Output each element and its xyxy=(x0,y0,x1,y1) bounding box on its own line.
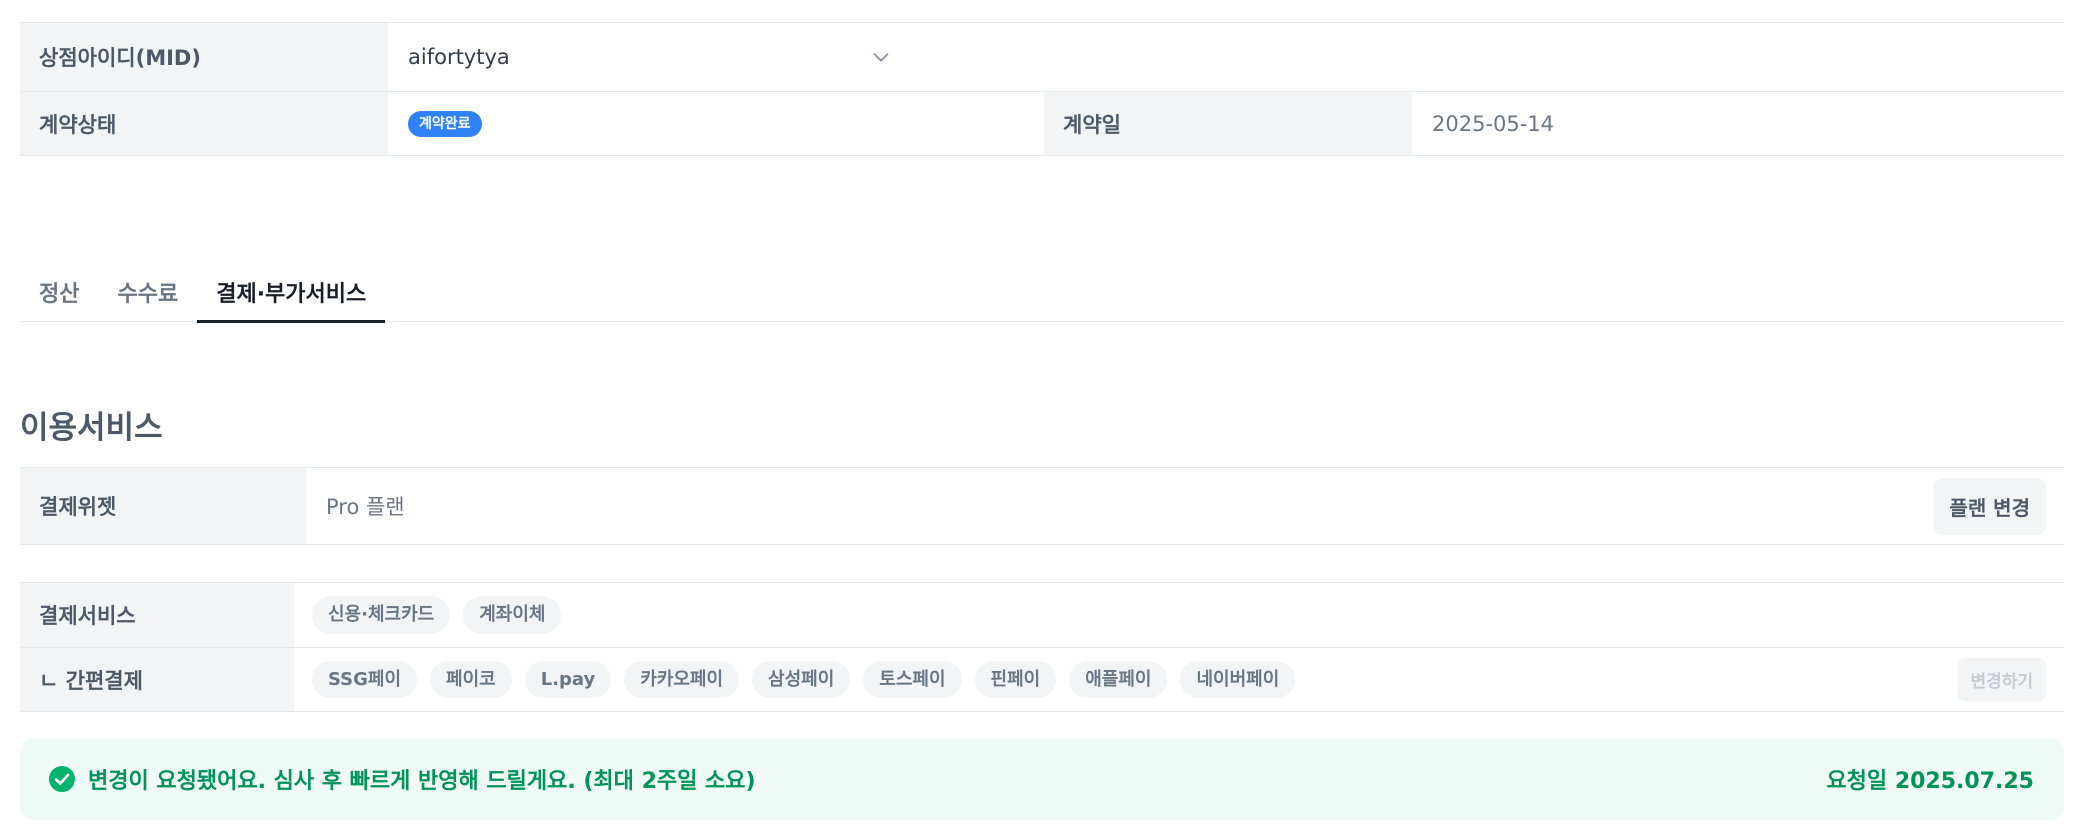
tab-bar: 정산 수수료 결제·부가서비스 xyxy=(20,262,2064,323)
mid-select[interactable]: aifortytya xyxy=(408,45,898,69)
change-request-notice: 변경이 요청됐어요. 심사 후 빠르게 반영해 드릴게요. (최대 2주일 소요… xyxy=(20,738,2064,820)
status-badge: 계약완료 xyxy=(408,110,482,137)
contract-date-value: 2025-05-14 xyxy=(1432,111,1555,136)
tab-payment-services[interactable]: 결제·부가서비스 xyxy=(197,262,386,323)
easy-pay-chip-toss: 토스페이 xyxy=(863,660,962,699)
easy-pay-chip-payco: 페이코 xyxy=(430,660,512,699)
payment-services-table: 결제서비스 신용·체크카드 계좌이체 ㄴ 간편결제 SSG페이 페이코 L.pa… xyxy=(20,582,2064,712)
widget-row: 결제위젯 Pro 플랜 플랜 변경 xyxy=(20,467,2064,545)
easy-pay-chip-apple: 애플페이 xyxy=(1069,660,1168,699)
widget-value-cell: Pro 플랜 플랜 변경 xyxy=(307,468,2064,544)
mid-select-value: aifortytya xyxy=(408,45,510,69)
status-row: 계약상태 계약완료 계약일 2025-05-14 xyxy=(20,92,2064,156)
contract-date-label: 계약일 xyxy=(1044,92,1412,155)
easy-pay-chip-ssg: SSG페이 xyxy=(312,660,418,699)
easy-pay-row: ㄴ 간편결제 SSG페이 페이코 L.pay 카카오페이 삼성페이 토스페이 핀… xyxy=(20,648,2064,712)
payment-service-row: 결제서비스 신용·체크카드 계좌이체 xyxy=(20,583,2064,648)
change-plan-button[interactable]: 플랜 변경 xyxy=(1933,477,2046,535)
chevron-down-icon xyxy=(873,53,889,62)
easy-pay-chip-lpay: L.pay xyxy=(524,660,612,699)
change-payment-button[interactable]: 변경하기 xyxy=(1957,658,2046,701)
mid-label: 상점아이디(MID) xyxy=(20,23,388,91)
notice-message: 변경이 요청됐어요. 심사 후 빠르게 반영해 드릴게요. (최대 2주일 소요… xyxy=(88,769,756,794)
section-title: 이용서비스 xyxy=(20,410,163,446)
easy-pay-label: ㄴ 간편결제 xyxy=(20,648,294,711)
widget-label: 결제위젯 xyxy=(20,468,307,544)
check-circle-icon xyxy=(49,766,75,792)
payment-service-chips: 신용·체크카드 계좌이체 xyxy=(294,583,2064,647)
contract-info-table: 상점아이디(MID) aifortytya 계약상태 계약완료 계약일 2025… xyxy=(20,22,2064,156)
easy-pay-chip-naver: 네이버페이 xyxy=(1180,660,1296,699)
service-chip-transfer: 계좌이체 xyxy=(463,596,562,634)
notice-message-group: 변경이 요청됐어요. 심사 후 빠르게 반영해 드릴게요. (최대 2주일 소요… xyxy=(48,763,756,795)
mid-value-cell: aifortytya xyxy=(388,23,898,91)
tab-fees[interactable]: 수수료 xyxy=(98,262,197,322)
easy-pay-chip-samsung: 삼성페이 xyxy=(752,660,851,699)
status-label: 계약상태 xyxy=(20,92,388,155)
request-date: 요청일 2025.07.25 xyxy=(1826,769,2034,794)
plan-name: Pro 플랜 xyxy=(326,495,405,519)
easy-pay-chip-finpay: 핀페이 xyxy=(974,660,1057,699)
easy-pay-chip-kakao: 카카오페이 xyxy=(624,660,740,699)
tab-settlement[interactable]: 정산 xyxy=(20,262,98,322)
mid-row: 상점아이디(MID) aifortytya xyxy=(20,23,2064,92)
payment-service-label: 결제서비스 xyxy=(20,583,294,647)
service-chip-card: 신용·체크카드 xyxy=(312,596,451,634)
easy-pay-chips: SSG페이 페이코 L.pay 카카오페이 삼성페이 토스페이 핀페이 애플페이… xyxy=(294,648,2064,711)
status-value-cell: 계약완료 xyxy=(388,92,1044,155)
